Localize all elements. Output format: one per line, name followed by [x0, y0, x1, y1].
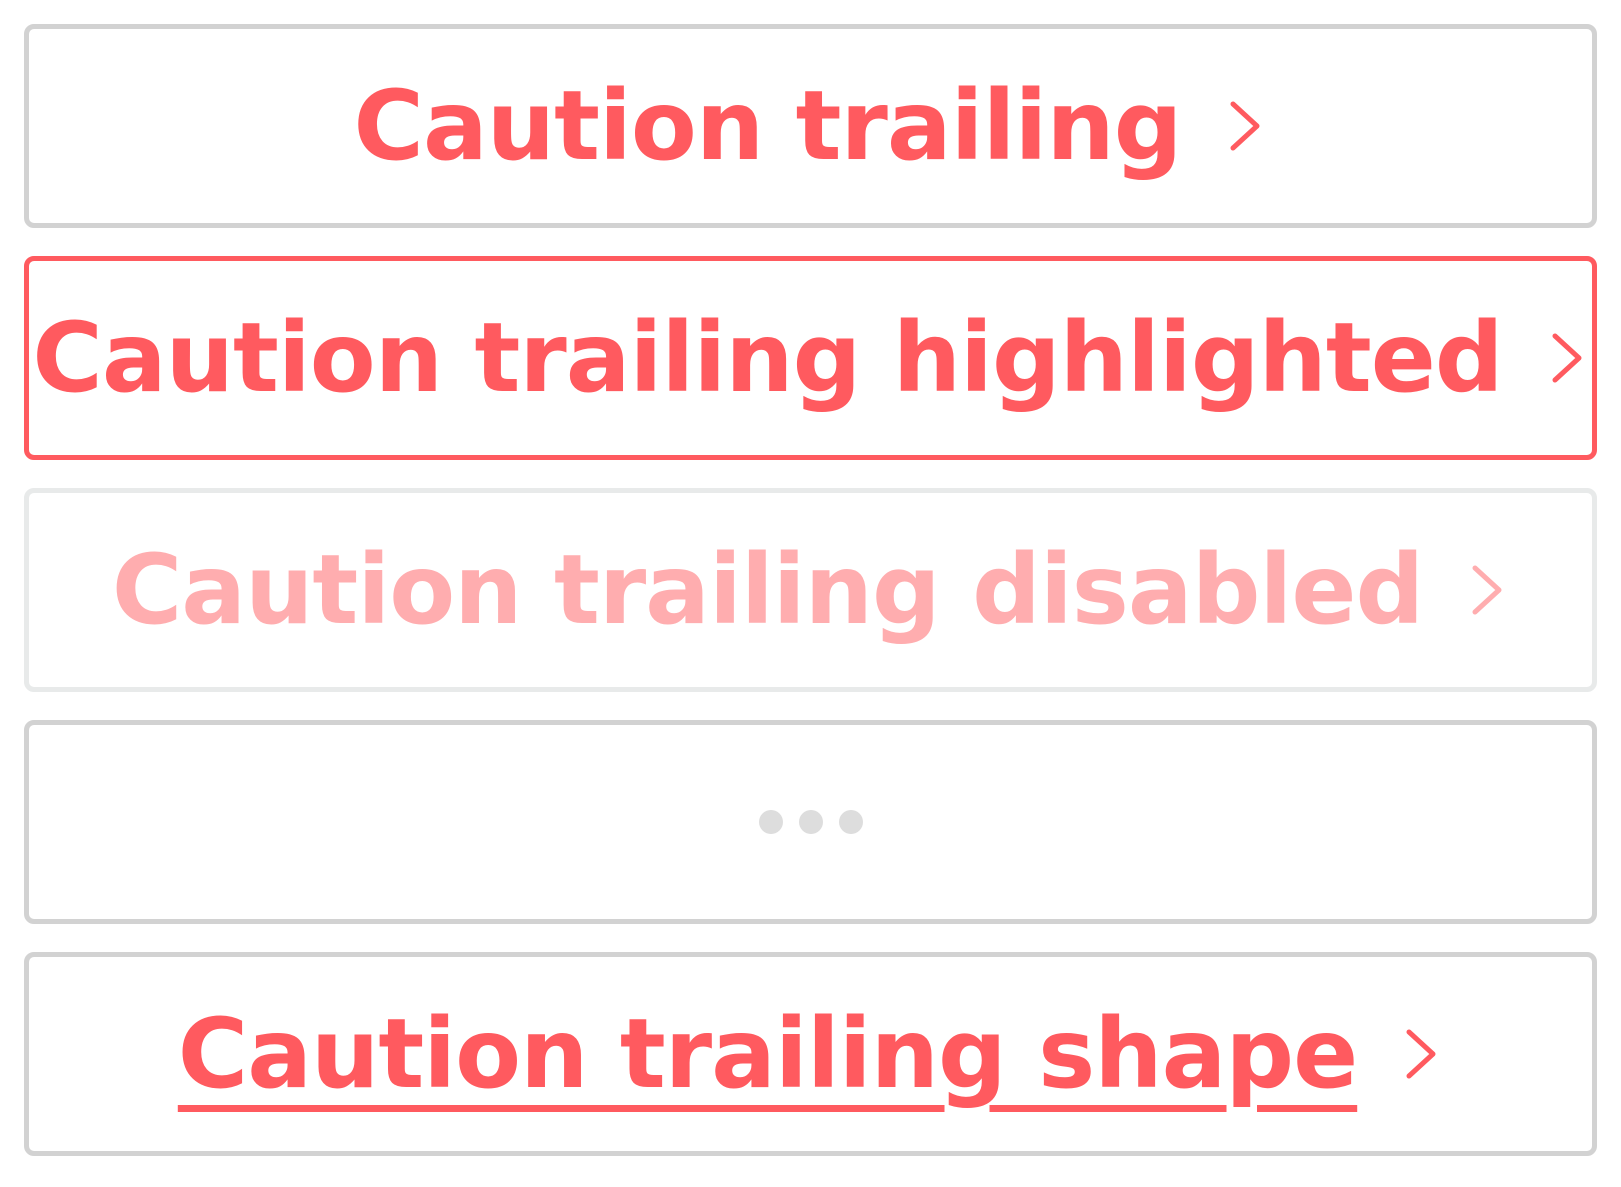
button-stack: Caution trailing Caution trailing highli…	[24, 24, 1597, 1156]
button-label: Caution trailing	[353, 70, 1183, 182]
button-label: Caution trailing highlighted	[32, 302, 1503, 414]
caution-trailing-disabled-button: Caution trailing disabled	[24, 488, 1597, 692]
loading-dot	[838, 810, 863, 834]
chevron-right-icon	[1227, 96, 1267, 156]
chevron-right-icon	[1549, 328, 1589, 388]
chevron-right-icon	[1403, 1024, 1443, 1084]
loading-dot	[758, 810, 783, 834]
caution-trailing-shape-button[interactable]: Caution trailing shape	[24, 952, 1597, 1156]
loading-dots-icon	[758, 810, 863, 834]
loading-dot	[798, 810, 823, 834]
button-label: Caution trailing shape	[177, 998, 1358, 1110]
caution-trailing-highlighted-button[interactable]: Caution trailing highlighted	[24, 256, 1597, 460]
caution-trailing-loading-button[interactable]	[24, 720, 1597, 924]
chevron-right-icon	[1469, 560, 1509, 620]
caution-trailing-button[interactable]: Caution trailing	[24, 24, 1597, 228]
button-label: Caution trailing disabled	[111, 534, 1424, 646]
